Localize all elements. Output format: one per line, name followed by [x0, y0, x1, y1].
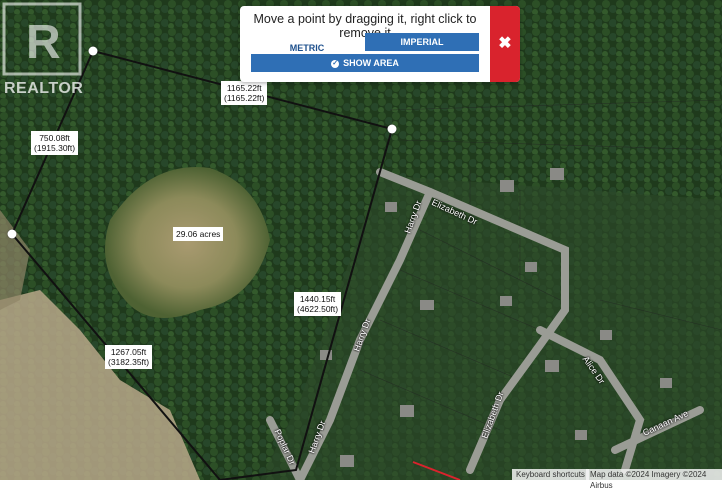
length-value: 1440.15ft: [299, 294, 336, 304]
keyboard-shortcuts-link[interactable]: Keyboard shortcuts: [512, 469, 589, 480]
bottom-edge-length-label: 1267.05ft (3182.35ft): [105, 345, 153, 369]
right-edge-length-label: 1440.15ft (4622.50ft): [294, 292, 342, 316]
show-area-label: SHOW AREA: [343, 58, 399, 68]
left-edge-length-label: 750.08ft (1915.30ft): [31, 131, 79, 155]
length-value-alt: (1915.30ft): [34, 143, 76, 153]
length-value-alt: (3182.35ft): [108, 357, 150, 367]
length-value: 1165.22ft: [226, 83, 262, 93]
close-button[interactable]: ✖: [490, 6, 520, 82]
area-label: 29.06 acres: [173, 227, 224, 241]
length-value-alt: (4622.50ft): [297, 304, 339, 314]
polygon-vertex[interactable]: [7, 229, 17, 239]
realtor-logo-icon: R: [2, 2, 82, 76]
check-circle-icon: ✓: [331, 59, 340, 68]
polygon-vertex[interactable]: [88, 46, 98, 56]
imperial-button[interactable]: IMPERIAL: [365, 33, 479, 51]
realtor-watermark: R REALTOR: [0, 0, 86, 98]
top-edge-length-label: 1165.22ft (1165.22ft): [221, 81, 268, 105]
svg-text:R: R: [26, 16, 61, 69]
length-value: 750.08ft: [39, 133, 70, 143]
measure-toolbox: Move a point by dragging it, right click…: [240, 6, 520, 82]
length-value: 1267.05ft: [110, 347, 147, 357]
polygon-vertex[interactable]: [387, 124, 397, 134]
watermark-text: REALTOR: [4, 80, 84, 97]
close-icon: ✖: [498, 35, 512, 52]
show-area-button[interactable]: ✓ SHOW AREA: [251, 54, 479, 72]
length-value-alt: (1165.22ft): [224, 93, 265, 103]
area-value: 29.06 acres: [176, 229, 221, 239]
map-data-attribution[interactable]: Map data ©2024 Imagery ©2024 Airbus: [586, 469, 722, 490]
